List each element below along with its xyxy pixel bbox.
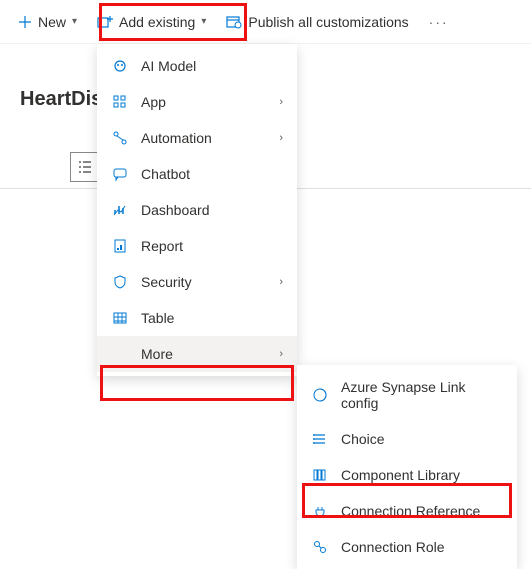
submenu-item-label: Azure Synapse Link config <box>341 379 503 411</box>
menu-item-label: Dashboard <box>141 202 283 218</box>
submenu-item-component-library[interactable]: Component Library <box>297 457 517 493</box>
dashboard-icon <box>111 202 129 218</box>
overflow-button[interactable]: ··· <box>419 8 459 36</box>
menu-item-label: Table <box>141 310 283 326</box>
list-icon <box>77 160 93 174</box>
synapse-icon <box>311 387 329 403</box>
publish-button[interactable]: Publish all customizations <box>216 8 418 36</box>
plus-icon <box>18 15 32 29</box>
new-label: New <box>38 14 66 30</box>
menu-item-ai-model[interactable]: AI Model <box>97 48 297 84</box>
submenu-item-label: Connection Reference <box>341 503 503 519</box>
submenu-item-connection-reference[interactable]: Connection Reference <box>297 493 517 529</box>
choice-icon <box>311 431 329 447</box>
submenu-item-label: Component Library <box>341 467 503 483</box>
menu-item-label: Chatbot <box>141 166 283 182</box>
menu-item-more[interactable]: More › <box>97 336 297 372</box>
submenu-item-choice[interactable]: Choice <box>297 421 517 457</box>
ai-model-icon <box>111 58 129 74</box>
chevron-right-icon: › <box>279 348 283 360</box>
app-icon <box>111 94 129 110</box>
submenu-item-connection-role[interactable]: Connection Role <box>297 529 517 565</box>
menu-item-label: AI Model <box>141 58 283 74</box>
chatbot-icon <box>111 166 129 182</box>
shield-icon <box>111 274 129 290</box>
menu-item-table[interactable]: Table <box>97 300 297 336</box>
menu-item-label: More <box>141 346 267 362</box>
chevron-down-icon: ▾ <box>72 16 77 27</box>
menu-item-label: App <box>141 94 267 110</box>
menu-item-app[interactable]: App › <box>97 84 297 120</box>
report-icon <box>111 238 129 254</box>
submenu-item-label: Choice <box>341 431 503 447</box>
add-existing-button[interactable]: Add existing ▾ <box>87 8 216 36</box>
menu-item-chatbot[interactable]: Chatbot <box>97 156 297 192</box>
menu-item-automation[interactable]: Automation › <box>97 120 297 156</box>
add-existing-label: Add existing <box>119 14 195 30</box>
new-button[interactable]: New ▾ <box>8 8 87 36</box>
view-list-button[interactable] <box>70 152 100 182</box>
add-existing-menu: AI Model App › Automation › Chatbot Dash… <box>97 44 297 376</box>
plug-icon <box>311 503 329 519</box>
publish-icon <box>226 15 242 29</box>
menu-item-label: Automation <box>141 130 267 146</box>
library-icon <box>311 467 329 483</box>
table-icon <box>111 310 129 326</box>
menu-item-dashboard[interactable]: Dashboard <box>97 192 297 228</box>
menu-item-label: Report <box>141 238 283 254</box>
command-bar: New ▾ Add existing ▾ Publish all customi… <box>0 0 531 44</box>
chevron-down-icon: ▾ <box>201 16 206 27</box>
connection-role-icon <box>311 539 329 555</box>
add-existing-icon <box>97 15 113 29</box>
chevron-right-icon: › <box>279 276 283 288</box>
menu-item-security[interactable]: Security › <box>97 264 297 300</box>
more-submenu: Azure Synapse Link config Choice Compone… <box>297 365 517 569</box>
chevron-right-icon: › <box>279 132 283 144</box>
menu-item-report[interactable]: Report <box>97 228 297 264</box>
menu-item-label: Security <box>141 274 267 290</box>
automation-icon <box>111 130 129 146</box>
submenu-item-label: Connection Role <box>341 539 503 555</box>
publish-label: Publish all customizations <box>248 14 408 30</box>
chevron-right-icon: › <box>279 96 283 108</box>
submenu-item-azure-synapse[interactable]: Azure Synapse Link config <box>297 369 517 421</box>
